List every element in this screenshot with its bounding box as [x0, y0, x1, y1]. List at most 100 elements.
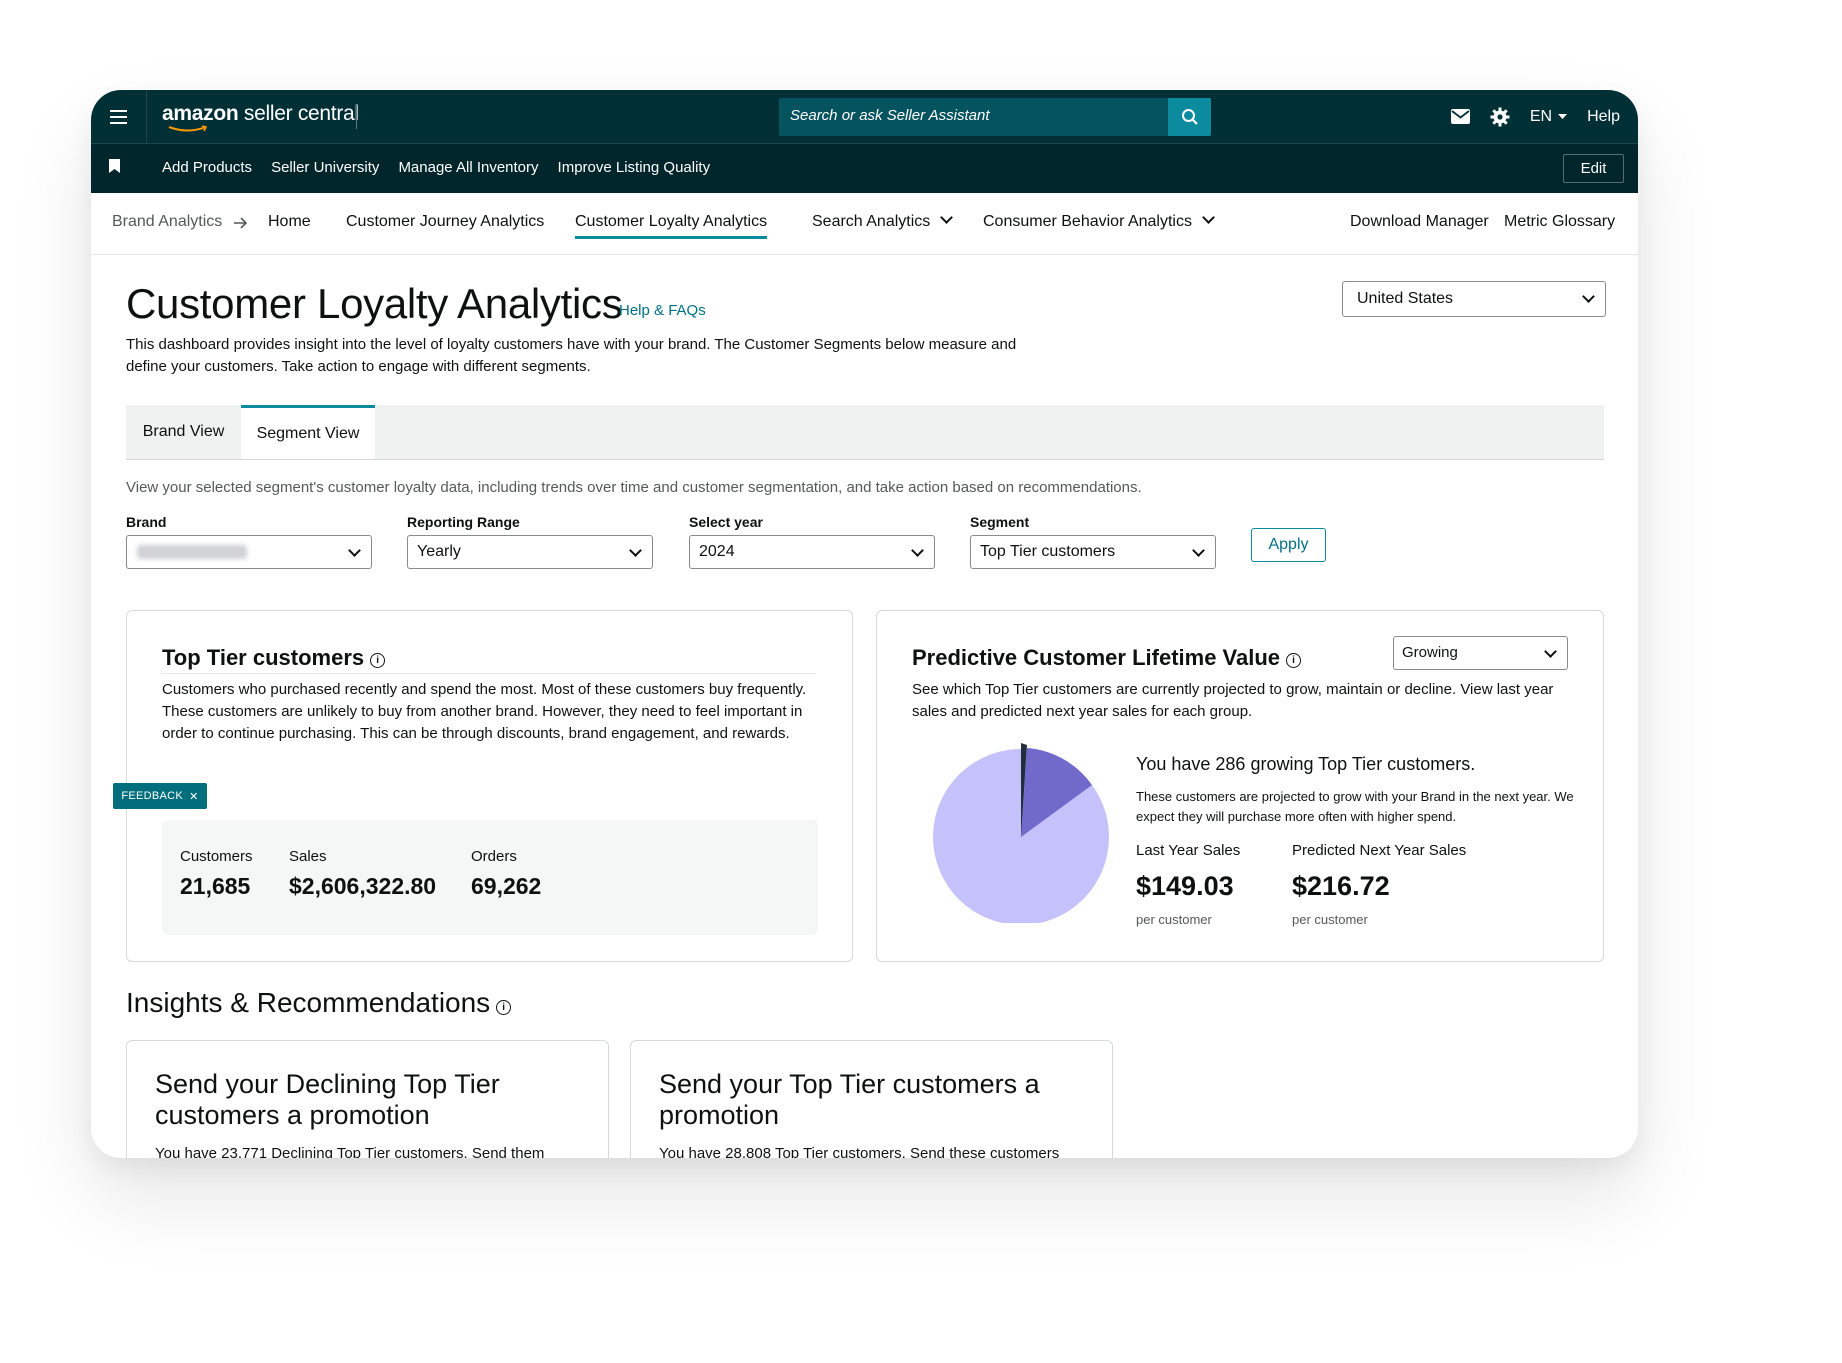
apply-button[interactable]: Apply [1251, 528, 1326, 562]
range-filter: Reporting Range Yearly [407, 514, 653, 569]
range-select-value: Yearly [417, 543, 461, 560]
download-manager-link[interactable]: Download Manager [1350, 213, 1489, 231]
insights-title: Insights & Recommendations i [126, 987, 512, 1019]
edit-shortcuts-button[interactable]: Edit [1563, 154, 1624, 183]
logo-smile-icon [168, 125, 208, 132]
metric-label: Last Year Sales [1136, 842, 1241, 859]
recommendation-card[interactable]: Send your Top Tier customers a promotion… [630, 1040, 1113, 1158]
chevron-down-icon [1544, 645, 1557, 658]
search-button[interactable] [1168, 98, 1211, 136]
arrow-right-icon [234, 217, 248, 229]
close-icon[interactable]: ✕ [189, 790, 199, 803]
stat-value: $2,606,322.80 [289, 873, 437, 899]
metric-unit: per customer [1136, 912, 1212, 927]
top-right-controls: EN Help [1450, 90, 1620, 143]
recommendation-title: Send your Declining Top Tier customers a… [155, 1069, 500, 1130]
language-selector[interactable]: EN [1530, 108, 1568, 126]
recommendation-card[interactable]: Send your Declining Top Tier customers a… [126, 1040, 609, 1158]
stat-label: Customers [180, 848, 253, 865]
metric-glossary-link[interactable]: Metric Glossary [1504, 213, 1615, 231]
logo-brand-text: amazon [162, 102, 239, 125]
stat-value: 69,262 [471, 873, 542, 899]
metric-unit: per customer [1292, 912, 1368, 927]
segment-view-hint: View your selected segment's customer lo… [126, 479, 1142, 496]
nav-customer-loyalty[interactable]: Customer Loyalty Analytics [575, 213, 768, 239]
nav-consumer-behavior[interactable]: Consumer Behavior Analytics [983, 211, 1215, 231]
country-select[interactable]: United States [1342, 281, 1606, 317]
range-select[interactable]: Yearly [407, 535, 653, 569]
search-bar: Search or ask Seller Assistant [779, 98, 1211, 136]
growing-subtext: These customers are projected to grow wi… [1136, 789, 1574, 824]
feedback-label: FEEDBACK [121, 790, 184, 802]
segment-stats: Customers 21,685 Sales $2,606,322.80 Ord… [162, 820, 818, 935]
search-input[interactable]: Search or ask Seller Assistant [790, 107, 990, 124]
stat-value: 21,685 [180, 873, 251, 899]
year-filter: Select year 2024 [689, 514, 935, 569]
info-icon[interactable]: i [1286, 653, 1302, 668]
metric-label: Predicted Next Year Sales [1292, 842, 1467, 859]
growing-headline: You have 286 growing Top Tier customers. [1136, 754, 1476, 774]
page-description: This dashboard provides insight into the… [126, 336, 1017, 375]
gear-icon[interactable] [1490, 107, 1510, 127]
shortcut-manage-inventory[interactable]: Manage All Inventory [398, 159, 538, 176]
brand-select[interactable] [126, 535, 372, 569]
logo-product-text: seller central [238, 102, 359, 125]
redacted-brand-name [137, 545, 247, 559]
segment-select-value: Top Tier customers [980, 543, 1116, 560]
tab-brand-view[interactable]: Brand View [126, 405, 241, 459]
shortcut-improve-listing[interactable]: Improve Listing Quality [558, 159, 711, 176]
page-title: Customer Loyalty Analytics [126, 280, 623, 327]
segment-select[interactable]: Top Tier customers [970, 535, 1216, 569]
segment-summary-card: Top Tier customers i Customers who purcha… [126, 610, 853, 962]
logo-divider [356, 105, 357, 129]
mail-icon[interactable] [1450, 109, 1470, 124]
nav-consumer-behavior-label: Consumer Behavior Analytics [983, 213, 1192, 230]
top-nav-bar: amazon seller central Search or ask Sell… [91, 90, 1638, 143]
year-filter-label: Select year [689, 514, 763, 530]
growth-group-select[interactable]: Growing [1393, 636, 1568, 670]
info-icon[interactable]: i [370, 653, 386, 668]
chevron-down-icon [1192, 544, 1205, 557]
brand-filter: Brand [126, 514, 372, 569]
view-tabs: Brand View Segment View [126, 405, 1604, 460]
shortcut-add-products[interactable]: Add Products [162, 159, 252, 176]
recommendation-text: You have 23,771 Declining Top Tier custo… [155, 1145, 545, 1158]
analytics-nav: Brand Analytics Home Customer Journey An… [91, 192, 1638, 255]
chevron-down-icon [348, 544, 361, 557]
chevron-down-icon [1582, 290, 1595, 303]
pclv-card-title-text: Predictive Customer Lifetime Value [912, 645, 1281, 670]
nav-search-analytics[interactable]: Search Analytics [812, 211, 954, 231]
tab-segment-view[interactable]: Segment View [241, 405, 375, 459]
segment-description: Customers who purchased recently and spe… [162, 681, 807, 742]
shortcut-seller-university[interactable]: Seller University [271, 159, 379, 176]
chevron-down-icon [940, 211, 954, 224]
brand-filter-label: Brand [126, 514, 167, 530]
breadcrumb-root[interactable]: Brand Analytics [112, 213, 222, 231]
help-faqs-link[interactable]: Help & FAQs [619, 302, 706, 319]
stat-label: Sales [289, 848, 327, 865]
metric-value: $149.03 [1136, 871, 1234, 901]
feedback-tab[interactable]: FEEDBACK ✕ [113, 783, 207, 809]
pclv-card-title: Predictive Customer Lifetime Value i [912, 645, 1302, 671]
segment-filter-label: Segment [970, 514, 1030, 530]
country-select-value: United States [1357, 290, 1454, 307]
help-link[interactable]: Help [1587, 108, 1620, 126]
pclv-description: See which Top Tier customers are current… [912, 681, 1554, 720]
last-year-sales: Last Year Sales $149.03 per customer [1136, 842, 1240, 927]
nav-home[interactable]: Home [268, 213, 311, 231]
seller-central-logo[interactable]: amazon seller central [162, 102, 359, 132]
segment-card-title: Top Tier customers i [162, 645, 386, 671]
chevron-down-icon [911, 544, 924, 557]
stat-label: Orders [471, 848, 517, 865]
chevron-down-icon [629, 544, 642, 557]
info-icon[interactable]: i [496, 1000, 512, 1015]
insights-title-text: Insights & Recommendations [126, 987, 491, 1018]
year-select[interactable]: 2024 [689, 535, 935, 569]
stat-customers: Customers 21,685 [180, 848, 253, 900]
shortcut-links: Add Products Seller University Manage Al… [162, 159, 710, 176]
bookmark-icon[interactable] [109, 159, 120, 173]
nav-customer-journey[interactable]: Customer Journey Analytics [346, 213, 544, 231]
recommendation-title: Send your Top Tier customers a promotion [659, 1069, 1040, 1130]
menu-icon[interactable] [91, 90, 147, 143]
growth-group-value: Growing [1402, 644, 1458, 661]
